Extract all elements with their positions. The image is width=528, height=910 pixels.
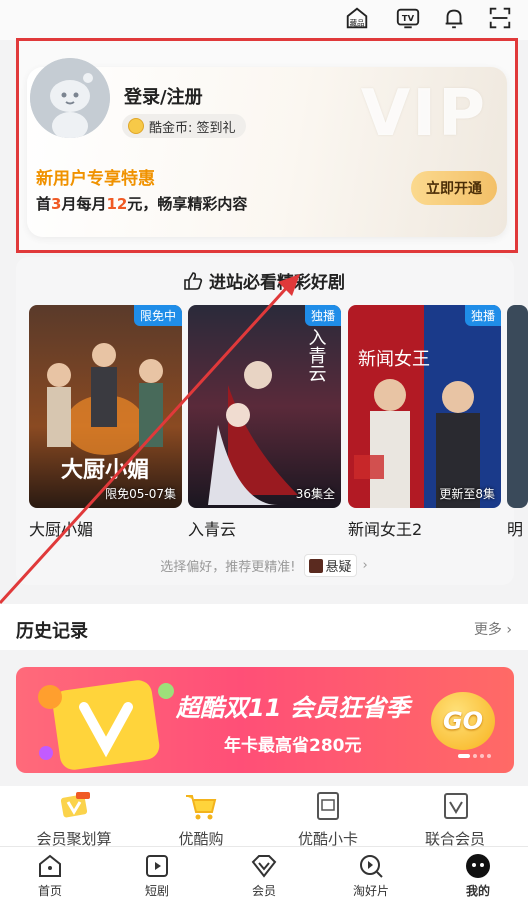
poster-title[interactable]: 入青云 [188, 516, 236, 540]
search-movie-icon [360, 855, 383, 878]
genre-thumbnail [308, 558, 323, 573]
tab-profile[interactable]: 我的 [448, 853, 508, 899]
poster-item[interactable]: 入青云 独播 36集全 [188, 305, 341, 508]
vip-diamond-icon [251, 855, 277, 878]
poster-title[interactable]: 大厨小媚 [29, 516, 93, 540]
short-drama-icon [146, 855, 168, 877]
avatar[interactable] [30, 58, 110, 138]
profile-icon [466, 854, 490, 878]
svg-text:藏品: 藏品 [350, 17, 365, 27]
banner-subtitle: 年卡最高省280元 [224, 736, 362, 756]
joint-vip-icon [444, 793, 468, 819]
coin-checkin-pill[interactable]: 酷金币: 签到礼 [122, 114, 246, 138]
svg-text:入青云: 入青云 [306, 328, 327, 382]
episode-label: 限免05-07集 [105, 487, 176, 501]
svg-text:TV: TV [402, 13, 415, 23]
open-vip-button[interactable]: 立即开通 [411, 171, 497, 205]
go-button[interactable]: GO [431, 692, 495, 750]
promo-description: 首3月每月12元，畅享精彩内容 [36, 195, 248, 213]
chevron-right-icon: › [362, 558, 368, 573]
poster-title[interactable]: 明 [507, 516, 528, 540]
preference-row[interactable]: 选择偏好，推荐更精准! 悬疑 › [0, 554, 528, 577]
genre-chip[interactable]: 悬疑 [303, 554, 357, 577]
thumbs-up-icon [183, 271, 203, 296]
coin-icon [128, 118, 144, 134]
episode-label: 36集全 [295, 487, 335, 501]
vip-deal-icon [60, 792, 90, 818]
tab-short-drama[interactable]: 短剧 [127, 853, 187, 899]
poster-item[interactable] [507, 305, 528, 508]
svg-text:新闻女王: 新闻女王 [358, 349, 430, 370]
recommend-header: 进站必看精彩好剧 [0, 268, 528, 296]
badge: 限免中 [133, 305, 182, 326]
badge: 独播 [464, 305, 501, 326]
svg-text:大厨小媚: 大厨小媚 [61, 457, 149, 483]
collection-icon[interactable]: 藏品 [343, 4, 371, 32]
quick-link-joint-vip[interactable]: 联合会员 [405, 790, 505, 849]
tab-home[interactable]: 首页 [20, 853, 80, 899]
carousel-dots [458, 754, 491, 758]
quick-link-shop[interactable]: 优酷购 [151, 790, 251, 849]
tv-icon[interactable]: TV [394, 4, 422, 32]
episode-label: 更新至8集 [439, 487, 495, 501]
history-title: 历史记录 [16, 621, 88, 642]
promo-title: 新用户专享特惠 [36, 169, 155, 189]
history-more-link[interactable]: 更多 › [474, 619, 512, 639]
badge: 独播 [304, 305, 341, 326]
quick-link-card[interactable]: 优酷小卡 [278, 790, 378, 849]
banner-title: 超酷双11 会员狂省季 [176, 694, 410, 722]
card-icon [317, 792, 339, 820]
poster-item[interactable]: 新闻女王 独播 更新至8集 [348, 305, 501, 508]
preference-text: 选择偏好，推荐更精准! [160, 560, 296, 575]
poster-item[interactable]: 大厨小媚 限免中 限免05-07集 [29, 305, 182, 508]
bell-icon[interactable] [440, 4, 468, 32]
home-icon [39, 854, 61, 877]
cart-icon [186, 795, 217, 820]
tab-discover[interactable]: 淘好片 [341, 853, 401, 899]
coin-label: 酷金币: 签到礼 [149, 120, 236, 136]
quick-link-vip-deal[interactable]: 会员聚划算 [24, 790, 124, 849]
poster-title[interactable]: 新闻女王2 [348, 516, 422, 540]
login-register-link[interactable]: 登录/注册 [124, 83, 203, 109]
vip-watermark: VIP [360, 77, 487, 151]
scan-icon[interactable] [486, 4, 514, 32]
tab-vip[interactable]: 会员 [234, 853, 294, 899]
